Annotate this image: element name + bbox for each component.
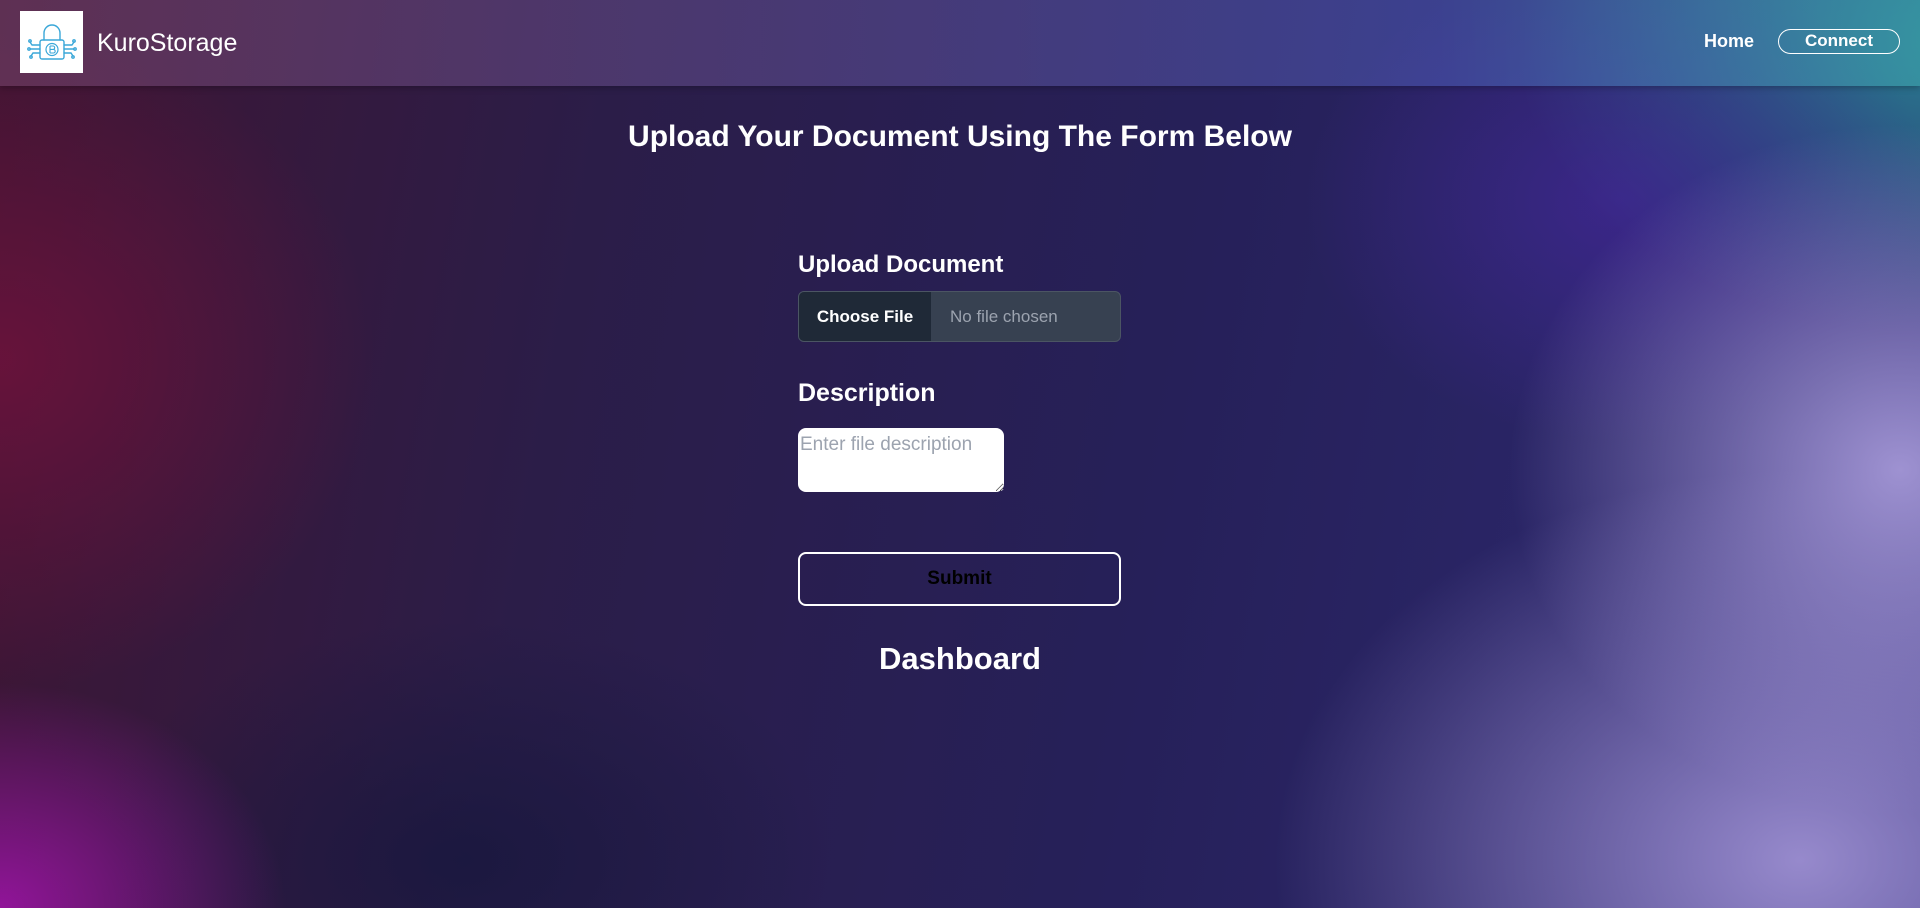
file-upload-input[interactable]: Choose File No file chosen [798,291,1121,342]
top-navbar: KuroStorage Home Connect [0,0,1920,86]
file-status-text: No file chosen [950,306,1058,326]
page-title: Upload Your Document Using The Form Belo… [628,120,1292,153]
padlock-circuit-icon [26,24,77,60]
nav-home-link[interactable]: Home [1704,29,1754,53]
choose-file-button[interactable]: Choose File [799,292,931,341]
brand-logo[interactable] [20,11,83,73]
upload-document-label: Upload Document [798,251,1004,278]
brand-name[interactable]: KuroStorage [97,27,237,59]
dashboard-title: Dashboard [879,641,1041,676]
connect-button[interactable]: Connect [1778,29,1900,54]
description-textarea[interactable] [798,428,1004,492]
description-label: Description [798,379,936,407]
submit-button[interactable]: Submit [798,552,1121,606]
